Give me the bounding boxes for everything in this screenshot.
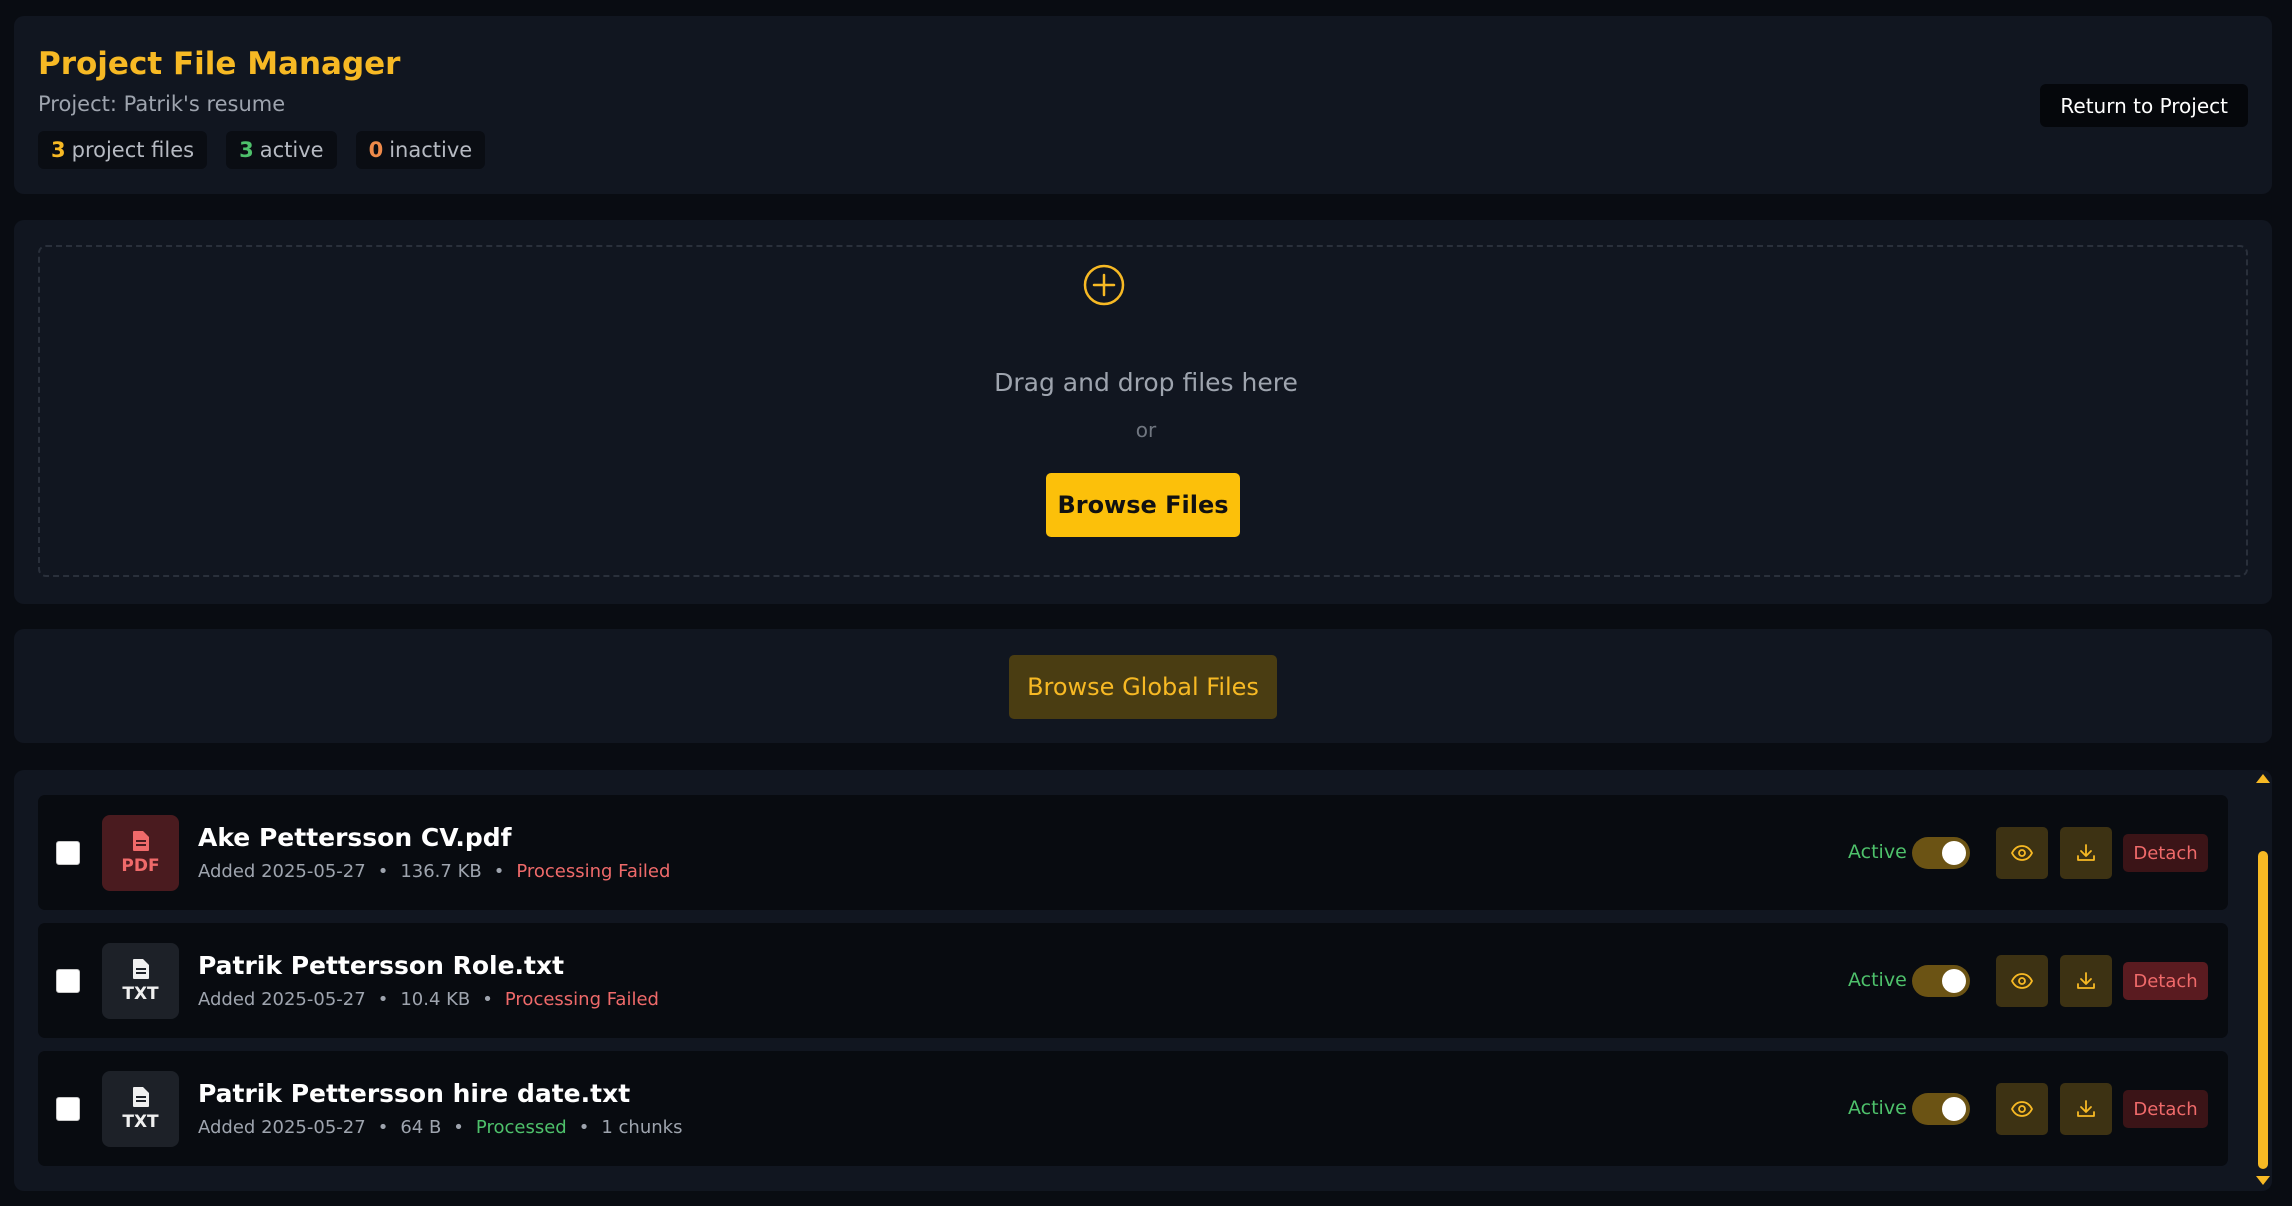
toggle-knob <box>1942 1097 1966 1121</box>
file-count-badges: 3 project files 3 active 0 inactive <box>38 131 486 169</box>
detach-button[interactable]: Detach <box>2123 1090 2208 1128</box>
file-type-label: PDF <box>121 856 160 876</box>
file-added-date: Added 2025-05-27 <box>198 861 366 882</box>
file-row: TXT Patrik Pettersson Role.txt Added 202… <box>38 923 2228 1038</box>
active-toggle[interactable] <box>1912 837 1970 869</box>
file-name: Ake Pettersson CV.pdf <box>198 823 512 852</box>
header-panel: Project File Manager Project: Patrik's r… <box>14 16 2272 194</box>
file-status: Processed <box>475 1117 567 1138</box>
scrollbar-thumb[interactable] <box>2258 851 2268 1169</box>
browse-files-button[interactable]: Browse Files <box>1046 473 1240 537</box>
file-row: PDF Ake Pettersson CV.pdf Added 2025-05-… <box>38 795 2228 910</box>
file-name: Patrik Pettersson hire date.txt <box>198 1079 631 1108</box>
active-label: Active <box>1848 1097 1907 1119</box>
drag-drop-text: Drag and drop files here <box>994 368 1298 397</box>
pdf-file-icon: PDF <box>102 815 179 891</box>
file-select-checkbox[interactable] <box>56 969 80 993</box>
badge-active-count: 3 <box>239 138 254 162</box>
project-subtitle: Project: Patrik's resume <box>38 92 286 116</box>
file-meta: Added 2025-05-27 • 64 B • Processed • 1 chunks <box>198 1117 683 1138</box>
view-file-button[interactable] <box>1996 1083 2048 1135</box>
badge-project-files-label: project files <box>71 138 195 162</box>
eye-icon <box>2011 1101 2033 1117</box>
badge-active: 3 active <box>226 131 337 169</box>
return-to-project-button[interactable]: Return to Project <box>2040 84 2248 127</box>
upload-panel <box>14 220 2272 604</box>
detach-button[interactable]: Detach <box>2123 962 2208 1000</box>
file-row: TXT Patrik Pettersson hire date.txt Adde… <box>38 1051 2228 1166</box>
download-file-button[interactable] <box>2060 1083 2112 1135</box>
view-file-button[interactable] <box>1996 827 2048 879</box>
detach-button[interactable]: Detach <box>2123 834 2208 872</box>
download-file-button[interactable] <box>2060 955 2112 1007</box>
scroll-up-arrow[interactable] <box>2256 774 2270 783</box>
file-type-label: TXT <box>122 984 159 1004</box>
badge-project-files-count: 3 <box>51 138 66 162</box>
eye-icon <box>2011 973 2033 989</box>
file-status: Processing Failed <box>516 861 671 882</box>
file-meta: Added 2025-05-27 • 10.4 KB • Processing Fail… <box>198 989 659 1010</box>
file-status: Processing Failed <box>504 989 659 1010</box>
badge-project-files: 3 project files <box>38 131 208 169</box>
badge-inactive: 0 inactive <box>355 131 486 169</box>
page-title: Project File Manager <box>38 46 401 82</box>
file-select-checkbox[interactable] <box>56 1097 80 1121</box>
document-icon <box>132 831 149 851</box>
file-size: 136.7 KB <box>400 861 482 882</box>
active-toggle[interactable] <box>1912 1093 1970 1125</box>
file-meta: Added 2025-05-27 • 136.7 KB • Processing Fai… <box>198 861 671 882</box>
txt-file-icon: TXT <box>102 943 179 1019</box>
toggle-knob <box>1942 841 1966 865</box>
file-size: 64 B <box>400 1117 442 1138</box>
or-separator: or <box>1135 418 1157 442</box>
document-icon <box>132 959 149 979</box>
file-select-checkbox[interactable] <box>56 841 80 865</box>
download-icon <box>2077 1100 2095 1117</box>
toggle-knob <box>1942 969 1966 993</box>
file-chunks: 1 chunks <box>601 1117 683 1138</box>
project-file-manager: Project File Manager Project: Patrik's r… <box>0 0 2292 1206</box>
file-added-date: Added 2025-05-27 <box>198 989 366 1010</box>
badge-inactive-count: 0 <box>368 138 384 162</box>
file-size: 10.4 KB <box>400 989 471 1010</box>
file-name: Patrik Pettersson Role.txt <box>198 951 565 980</box>
view-file-button[interactable] <box>1996 955 2048 1007</box>
browse-global-files-button[interactable]: Browse Global Files <box>1009 655 1277 719</box>
txt-file-icon: TXT <box>102 1071 179 1147</box>
file-type-label: TXT <box>122 1112 159 1132</box>
badge-inactive-label: inactive <box>389 138 473 162</box>
download-icon <box>2077 844 2095 861</box>
eye-icon <box>2011 845 2033 861</box>
document-icon <box>132 1087 149 1107</box>
active-toggle[interactable] <box>1912 965 1970 997</box>
scroll-down-arrow[interactable] <box>2256 1176 2270 1185</box>
badge-active-label: active <box>259 138 324 162</box>
active-label: Active <box>1848 841 1907 863</box>
download-icon <box>2077 972 2095 989</box>
download-file-button[interactable] <box>2060 827 2112 879</box>
plus-circle-icon <box>1083 264 1125 306</box>
active-label: Active <box>1848 969 1907 991</box>
file-added-date: Added 2025-05-27 <box>198 1117 366 1138</box>
